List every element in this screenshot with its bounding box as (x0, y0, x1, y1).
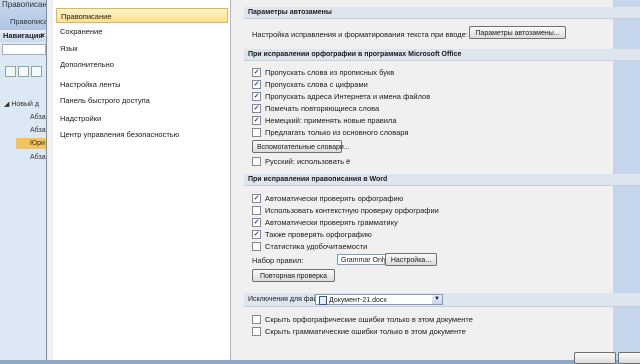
exceptions-file-name: Документ-21.docx (329, 297, 387, 304)
checkbox[interactable] (252, 127, 261, 137)
cancel-button[interactable] (618, 352, 640, 364)
checkbox[interactable]: ✓ (252, 193, 261, 203)
sidebar-item-proofing[interactable]: Правописание (56, 8, 228, 23)
option-label: Помечать повторяющиеся слова (265, 104, 380, 113)
view-pages-icon[interactable] (18, 66, 29, 77)
options-sidebar: Правописание Сохранение Язык Дополнитель… (53, 0, 231, 360)
option-label: Автоматически проверять орфографию (265, 194, 404, 203)
close-icon[interactable]: × (40, 30, 45, 42)
nav-heading-item[interactable]: Абза (30, 114, 46, 121)
option-label: Пропускать слова из прописных букв (265, 68, 395, 77)
option-check-spelling-as-type[interactable]: ✓ Автоматически проверять орфографию (252, 193, 404, 204)
nav-heading-item[interactable]: Абза (30, 154, 46, 161)
option-label: Русский: использовать ё (265, 157, 351, 166)
grammar-rules-value: Grammar Only (341, 257, 387, 264)
custom-dictionaries-button[interactable]: Вспомогательные словари... (252, 140, 350, 153)
recheck-document-button[interactable]: Повторная проверка (252, 269, 335, 282)
grammar-settings-button[interactable]: Настройка... (385, 253, 437, 266)
option-label: Также проверять орфографию (265, 230, 372, 239)
option-main-dictionary[interactable]: Предлагать только из основного словаря (252, 127, 409, 138)
checkbox[interactable]: ✓ (252, 103, 261, 113)
option-ignore-numbers[interactable]: ✓ Пропускать слова с цифрами (252, 79, 368, 90)
option-label: Скрыть орфографические ошибки только в э… (265, 315, 473, 324)
ok-button[interactable] (574, 352, 616, 364)
sidebar-item-customize-ribbon[interactable]: Настройка ленты (56, 77, 228, 92)
nav-heading-item[interactable]: Абза (30, 127, 46, 134)
option-readability-stats[interactable]: Статистика удобочитаемости (252, 241, 368, 252)
option-russian-yo[interactable]: Русский: использовать ё (252, 156, 351, 167)
nav-heading-label: Новый д (11, 101, 39, 108)
option-contextual-spelling[interactable]: Использовать контекстную проверку орфогр… (252, 205, 439, 216)
option-label: Использовать контекстную проверку орфогр… (265, 206, 439, 215)
nav-heading-item[interactable]: Юри (30, 140, 45, 147)
navigation-title-text: Навигация (3, 31, 43, 40)
option-label: Статистика удобочитаемости (265, 242, 368, 251)
rules-label: Набор правил: (252, 256, 304, 265)
option-label: Скрыть грамматические ошибки только в эт… (265, 327, 466, 336)
option-label: Предлагать только из основного словаря (265, 128, 409, 137)
options-content: Параметры автозамены Настройка исправлен… (244, 0, 640, 364)
view-results-icon[interactable] (31, 66, 42, 77)
autocorrect-description: Настройка исправления и форматирования т… (252, 30, 468, 39)
sidebar-item-addins[interactable]: Надстройки (56, 111, 228, 126)
checkbox[interactable] (252, 241, 261, 251)
autocorrect-section-header: Параметры автозамены (244, 7, 640, 19)
document-icon (319, 295, 327, 305)
navigation-pane: Навигация × ◢ Новый д Абза Абза Юри Абза (0, 30, 48, 360)
navigation-search-input[interactable] (2, 44, 46, 55)
option-ignore-uppercase[interactable]: ✓ Пропускать слова из прописных букв (252, 67, 395, 78)
word-spelling-section-header: При исправлении правописания в Word (244, 174, 640, 186)
option-hide-grammar-errors[interactable]: Скрыть грамматические ошибки только в эт… (252, 326, 466, 337)
option-label: Пропускать слова с цифрами (265, 80, 368, 89)
navigation-pane-title: Навигация × (0, 30, 47, 42)
option-ignore-internet[interactable]: ✓ Пропускать адреса Интернета и имена фай… (252, 91, 431, 102)
checkbox[interactable]: ✓ (252, 79, 261, 89)
checkbox[interactable]: ✓ (252, 115, 261, 125)
autocorrect-options-button[interactable]: Параметры автозамены... (469, 26, 566, 39)
checkbox[interactable]: ✓ (252, 67, 261, 77)
view-headings-icon[interactable] (5, 66, 16, 77)
ribbon-text: Правописани (2, 0, 52, 9)
checkbox[interactable]: ✓ (252, 229, 261, 239)
option-flag-repeated[interactable]: ✓ Помечать повторяющиеся слова (252, 103, 380, 114)
chevron-down-icon[interactable]: ▼ (432, 295, 442, 304)
sidebar-item-trust-center[interactable]: Центр управления безопасностью (56, 127, 228, 142)
checkbox[interactable]: ✓ (252, 91, 261, 101)
checkbox[interactable] (252, 326, 261, 336)
option-label: Пропускать адреса Интернета и имена файл… (265, 92, 431, 101)
checkbox[interactable] (252, 156, 261, 166)
option-check-grammar-spelling[interactable]: ✓ Также проверять орфографию (252, 229, 372, 240)
option-check-grammar[interactable]: ✓ Автоматически проверять грамматику (252, 217, 398, 228)
nav-heading-item[interactable]: ◢ Новый д (4, 100, 39, 108)
sidebar-item-quick-access[interactable]: Панель быстрого доступа (56, 93, 228, 108)
option-label: Автоматически проверять грамматику (265, 218, 398, 227)
option-hide-spelling-errors[interactable]: Скрыть орфографические ошибки только в э… (252, 314, 473, 325)
checkbox[interactable]: ✓ (252, 217, 261, 227)
sidebar-item-language[interactable]: Язык (56, 41, 228, 56)
sidebar-item-advanced[interactable]: Дополнительно (56, 57, 228, 72)
checkbox[interactable] (252, 314, 261, 324)
office-spelling-section-header: При исправлении орфографии в программах … (244, 49, 640, 61)
word-options-dialog: Правописание Сохранение Язык Дополнитель… (46, 0, 640, 364)
option-label: Немецкий: применять новые правила (265, 116, 397, 125)
navigation-view-buttons[interactable] (5, 66, 45, 78)
exceptions-file-select[interactable]: Документ-21.docx ▼ (315, 294, 443, 305)
sidebar-item-save[interactable]: Сохранение (56, 24, 228, 39)
option-german-rules[interactable]: ✓ Немецкий: применять новые правила (252, 115, 397, 126)
checkbox[interactable] (252, 205, 261, 215)
